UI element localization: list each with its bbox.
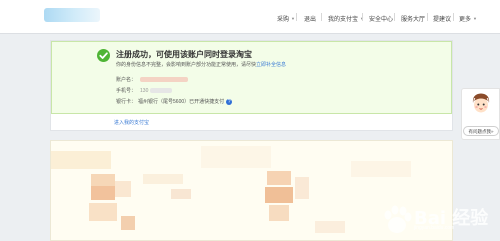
- success-subtitle: 你的身份信息不完整，会影响到账户部分功能正常使用，请尽快立即补全信息: [116, 62, 287, 68]
- blurred-block: [115, 181, 131, 197]
- blurred-block: [51, 151, 111, 169]
- blurred-account-name: [140, 77, 189, 83]
- question-icon[interactable]: ?: [226, 98, 233, 105]
- enter-my-alipay-link[interactable]: 进入我的支付宝: [114, 119, 149, 126]
- blurred-block: [295, 177, 309, 199]
- blurred-block: [201, 146, 271, 168]
- nav-item-service-hall[interactable]: 服务大厅: [401, 12, 425, 24]
- bank-row: 银行卡： 福州银行（尾号5600）已开通快捷支付?: [116, 98, 233, 105]
- top-navigation-bar: 采购▼ 退出 我的支付宝▼ 安全中心 服务大厅 提建议 更多▼: [0, 0, 500, 34]
- blurred-block: [91, 174, 115, 186]
- blurred-block: [89, 203, 117, 221]
- feedback-button[interactable]: 有问题点我»: [463, 126, 499, 136]
- blurred-block: [143, 174, 183, 184]
- nav-divider: [362, 13, 363, 21]
- nav-item-more[interactable]: 更多 ▼: [459, 12, 477, 24]
- chevron-down-icon: ▼: [473, 15, 477, 21]
- blurred-block: [121, 216, 135, 230]
- feedback-widget[interactable]: 有问题点我»: [461, 88, 500, 140]
- nav-item-logout[interactable]: 退出: [304, 12, 316, 24]
- blurred-block: [315, 221, 345, 233]
- success-message-box: 注册成功，可使用该账户同时登录淘宝 你的身份信息不完整，会影响到账户部分功能正常…: [51, 41, 452, 114]
- success-title: 注册成功，可使用该账户同时登录淘宝: [116, 50, 252, 59]
- nav-item-my-alipay[interactable]: 我的支付宝▼: [328, 12, 364, 24]
- blurred-phone-number: [150, 88, 173, 94]
- blurred-block: [269, 205, 289, 221]
- watermark-url: jingyan.baidu.com: [414, 225, 455, 231]
- complete-info-link[interactable]: 立即补全信息: [256, 62, 286, 68]
- nav-divider: [394, 13, 395, 21]
- blurred-block: [267, 171, 291, 185]
- nav-item-security-center[interactable]: 安全中心: [369, 12, 393, 24]
- blurred-block: [171, 189, 191, 199]
- blurred-logo: [44, 8, 100, 22]
- nav-divider: [321, 13, 322, 21]
- phone-row: 手机号： 130: [116, 87, 173, 94]
- nav-divider: [453, 13, 454, 21]
- account-row: 账户名：: [116, 76, 189, 83]
- success-check-icon: [97, 49, 110, 62]
- nav-divider: [427, 13, 428, 21]
- registration-card: 注册成功，可使用该账户同时登录淘宝 你的身份信息不完整，会影响到账户部分功能正常…: [50, 40, 453, 131]
- chevron-down-icon: ▼: [291, 15, 295, 21]
- blurred-block: [91, 186, 115, 200]
- blurred-block: [265, 187, 293, 203]
- nav-item-purchase[interactable]: 采购 ▼: [277, 12, 295, 24]
- nav-divider: [296, 13, 297, 21]
- nav-item-suggestion[interactable]: 提建议: [433, 12, 451, 24]
- blurred-block: [351, 161, 411, 177]
- cartoon-avatar-icon: [472, 93, 490, 113]
